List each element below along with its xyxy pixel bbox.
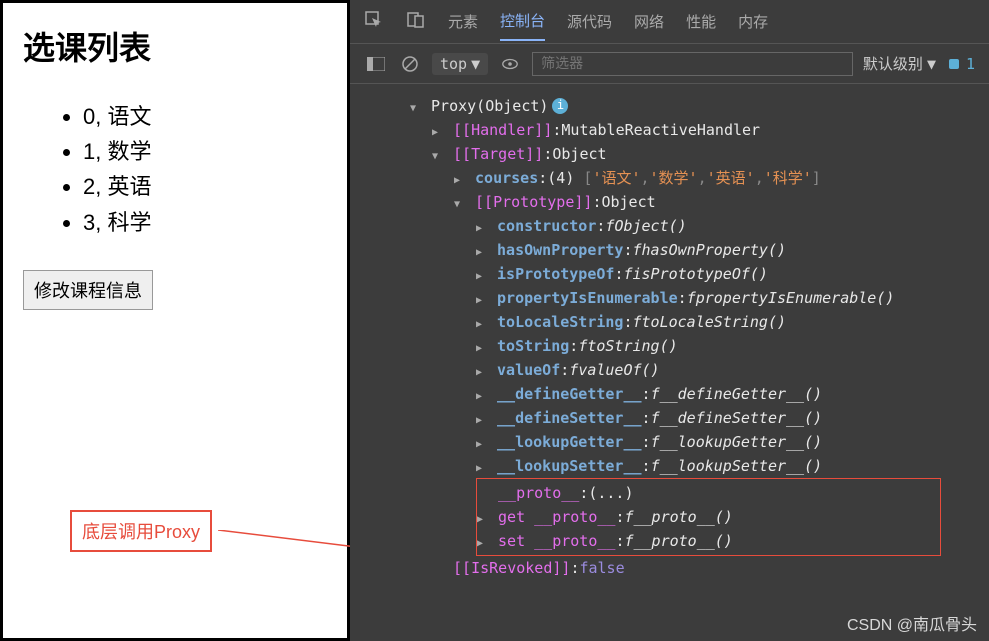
list-item: 1, 数学 bbox=[83, 134, 327, 169]
sidebar-toggle-icon[interactable] bbox=[364, 52, 388, 76]
page-title: 选课列表 bbox=[23, 23, 327, 69]
disclosure-triangle-icon[interactable] bbox=[476, 334, 488, 358]
console-row[interactable]: courses: (4) ['语文', '数学', '英语', '科学'] bbox=[358, 166, 981, 190]
execution-context-selector[interactable]: top ▼ bbox=[432, 53, 488, 75]
console-row[interactable]: toLocaleString: f toLocaleString() bbox=[358, 310, 981, 334]
tab-console[interactable]: 控制台 bbox=[500, 10, 545, 41]
chevron-down-icon: ▼ bbox=[927, 55, 936, 73]
console-row[interactable]: propertyIsEnumerable: f propertyIsEnumer… bbox=[358, 286, 981, 310]
console-row[interactable]: [[IsRevoked]]: false bbox=[358, 556, 981, 580]
console-row[interactable]: Proxy(Object) i bbox=[358, 94, 981, 118]
console-row[interactable]: get __proto__: f __proto__() bbox=[477, 505, 940, 529]
disclosure-triangle-icon[interactable] bbox=[476, 286, 488, 310]
devtools-tabbar: 元素 控制台 源代码 网络 性能 内存 bbox=[350, 0, 989, 44]
console-row[interactable]: [[Target]]: Object bbox=[358, 142, 981, 166]
disclosure-triangle-icon[interactable] bbox=[476, 358, 488, 382]
console-row[interactable]: set __proto__: f __proto__() bbox=[477, 529, 940, 553]
console-row[interactable]: constructor: f Object() bbox=[358, 214, 981, 238]
console-output: Proxy(Object) i [[Handler]]: MutableReac… bbox=[350, 84, 989, 590]
devtools-panel: 元素 控制台 源代码 网络 性能 内存 top ▼ 默认级别 ▼ 1 bbox=[350, 0, 989, 641]
console-toolbar: top ▼ 默认级别 ▼ 1 bbox=[350, 44, 989, 84]
list-item: 3, 科学 bbox=[83, 205, 327, 240]
watermark: CSDN @南瓜骨头 bbox=[847, 611, 977, 635]
disclosure-triangle-icon[interactable] bbox=[476, 310, 488, 334]
tab-performance[interactable]: 性能 bbox=[686, 11, 716, 32]
console-row[interactable]: __lookupSetter__: f __lookupSetter__() bbox=[358, 454, 981, 478]
disclosure-triangle-icon[interactable] bbox=[476, 382, 488, 406]
disclosure-triangle-icon[interactable] bbox=[476, 430, 488, 454]
console-row[interactable]: [[Handler]]: MutableReactiveHandler bbox=[358, 118, 981, 142]
console-row[interactable]: valueOf: f valueOf() bbox=[358, 358, 981, 382]
annotation-label: 底层调用Proxy bbox=[70, 510, 212, 552]
disclosure-triangle-icon[interactable] bbox=[454, 166, 466, 190]
console-row[interactable]: __proto__: (...) bbox=[477, 481, 940, 505]
issues-badge[interactable]: 1 bbox=[946, 55, 975, 73]
clear-console-icon[interactable] bbox=[398, 52, 422, 76]
list-item: 2, 英语 bbox=[83, 169, 327, 204]
disclosure-triangle-icon[interactable] bbox=[476, 214, 488, 238]
filter-input[interactable] bbox=[532, 52, 853, 76]
disclosure-triangle-icon[interactable] bbox=[476, 238, 488, 262]
console-row[interactable]: __defineSetter__: f __defineSetter__() bbox=[358, 406, 981, 430]
inspect-icon[interactable] bbox=[364, 10, 384, 34]
scope-label: top bbox=[440, 55, 467, 73]
tab-sources[interactable]: 源代码 bbox=[567, 11, 612, 32]
tab-network[interactable]: 网络 bbox=[634, 11, 664, 32]
disclosure-triangle-icon[interactable] bbox=[432, 118, 444, 142]
console-row[interactable]: hasOwnProperty: f hasOwnProperty() bbox=[358, 238, 981, 262]
device-toggle-icon[interactable] bbox=[406, 10, 426, 34]
console-row[interactable]: toString: f toString() bbox=[358, 334, 981, 358]
console-row[interactable]: __lookupGetter__: f __lookupGetter__() bbox=[358, 430, 981, 454]
disclosure-triangle-icon[interactable] bbox=[454, 190, 466, 214]
course-list: 0, 语文 1, 数学 2, 英语 3, 科学 bbox=[83, 99, 327, 240]
list-item: 0, 语文 bbox=[83, 99, 327, 134]
console-row[interactable]: __defineGetter__: f __defineGetter__() bbox=[358, 382, 981, 406]
console-row[interactable]: isPrototypeOf: f isPrototypeOf() bbox=[358, 262, 981, 286]
chevron-down-icon: ▼ bbox=[471, 55, 480, 73]
console-row[interactable]: [[Prototype]]: Object bbox=[358, 190, 981, 214]
disclosure-triangle-icon[interactable] bbox=[432, 142, 444, 166]
log-level-selector[interactable]: 默认级别 ▼ bbox=[863, 53, 936, 74]
disclosure-triangle-icon[interactable] bbox=[477, 529, 489, 553]
info-icon[interactable]: i bbox=[552, 98, 568, 114]
disclosure-triangle-icon[interactable] bbox=[476, 454, 488, 478]
disclosure-triangle-icon[interactable] bbox=[476, 406, 488, 430]
disclosure-triangle-icon[interactable] bbox=[410, 94, 422, 118]
live-expression-icon[interactable] bbox=[498, 52, 522, 76]
disclosure-triangle-icon[interactable] bbox=[476, 262, 488, 286]
modify-course-button[interactable]: 修改课程信息 bbox=[23, 270, 153, 310]
tab-memory[interactable]: 内存 bbox=[738, 11, 768, 32]
tab-elements[interactable]: 元素 bbox=[448, 11, 478, 32]
disclosure-triangle-icon[interactable] bbox=[477, 505, 489, 529]
